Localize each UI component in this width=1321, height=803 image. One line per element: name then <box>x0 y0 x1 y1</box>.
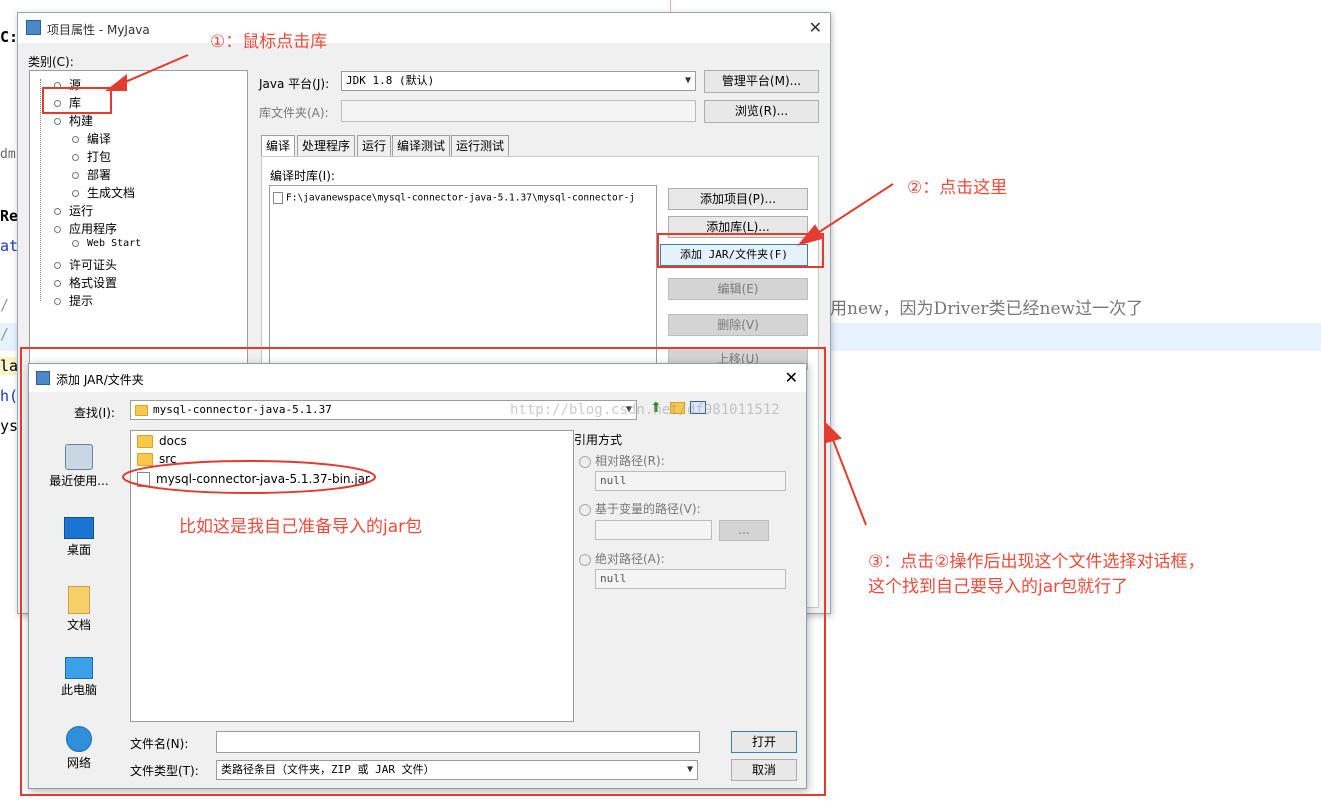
file-dialog-highlight-box <box>20 347 826 796</box>
arrow-step3 <box>829 431 867 526</box>
annotation-step1: ①：鼠标点击库 <box>210 32 328 52</box>
annotation-step3-line2: 这个找到自己要导入的jar包就行了 <box>868 577 1129 597</box>
annotation-step3-line1: ③：点击②操作后出现这个文件选择对话框， <box>868 552 1205 572</box>
arrow-step3-head <box>825 421 842 444</box>
library-highlight-box <box>42 87 112 114</box>
arrow-step2 <box>809 183 894 239</box>
annotation-note: 比如这是我自己准备导入的jar包 <box>179 517 423 537</box>
add-jar-highlight-box <box>657 233 824 268</box>
annotation-step2: ②：点击这里 <box>907 178 1008 198</box>
